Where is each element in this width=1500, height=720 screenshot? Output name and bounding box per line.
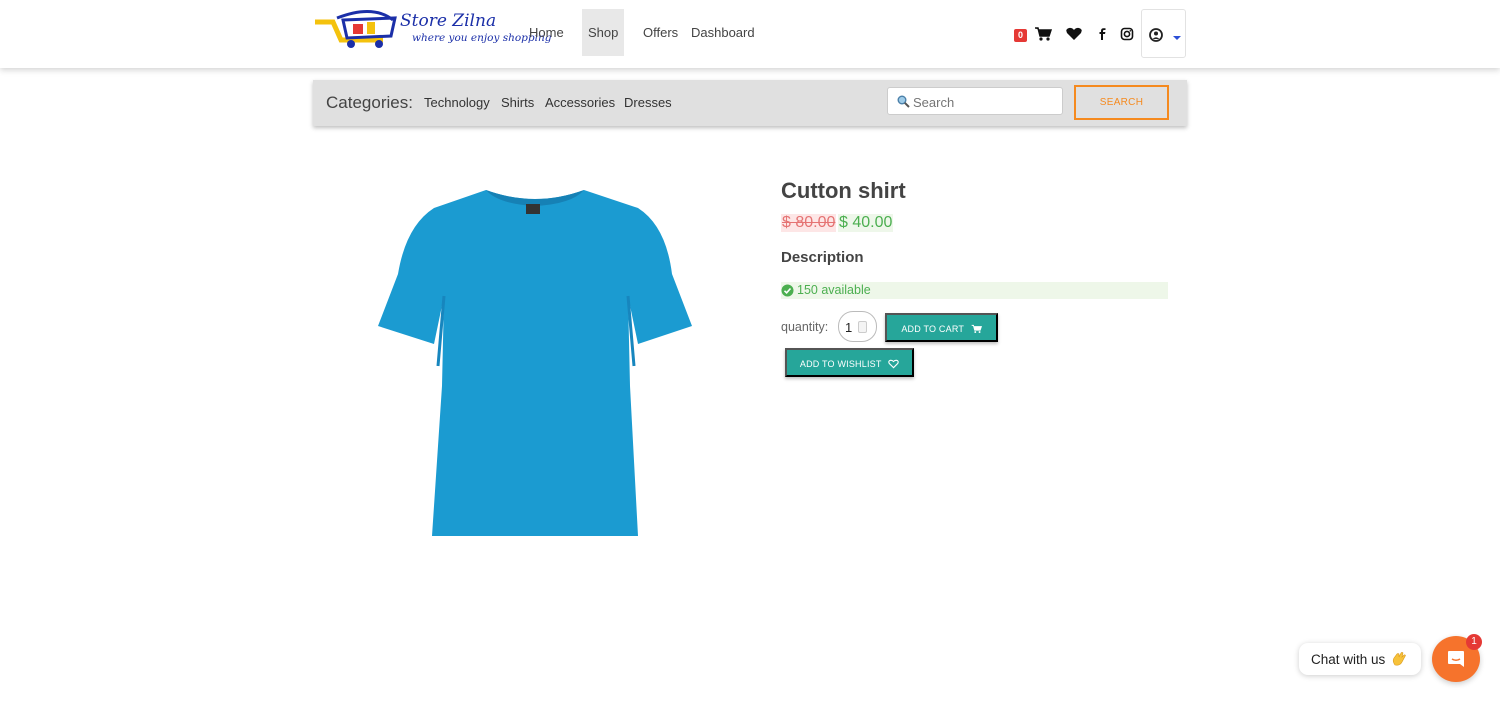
category-shirts[interactable]: Shirts	[501, 95, 534, 110]
facebook-icon[interactable]	[1093, 24, 1111, 44]
availability-text: 150 available	[797, 283, 871, 297]
waving-hand-icon	[1392, 652, 1406, 666]
cart-count-badge: 0	[1014, 29, 1027, 42]
availability-status: 150 available	[781, 282, 1168, 299]
product-title: Cutton shirt	[781, 178, 906, 203]
heart-outline-icon	[888, 359, 899, 369]
quantity-spinner[interactable]	[858, 321, 867, 333]
cart-icon	[971, 324, 982, 333]
category-accessories[interactable]: Accessories	[545, 95, 615, 110]
caret-down-icon	[1173, 36, 1181, 40]
quantity-label: quantity:	[781, 320, 829, 334]
search-icon	[897, 95, 910, 108]
product-image	[378, 190, 692, 536]
add-to-wishlist-label: ADD TO WISHLIST	[799, 359, 882, 369]
chat-bubble-icon	[1448, 651, 1464, 667]
instagram-icon[interactable]	[1118, 24, 1136, 44]
cart-icon[interactable]	[1034, 24, 1052, 44]
heart-icon[interactable]	[1065, 24, 1083, 44]
quantity-stepper[interactable]	[838, 311, 877, 342]
category-technology[interactable]: Technology	[424, 95, 490, 110]
nav-home[interactable]: Home	[523, 9, 570, 56]
description-heading: Description	[781, 249, 864, 266]
old-price: $ 80.00	[781, 214, 837, 232]
add-to-cart-label: ADD TO CART	[901, 324, 964, 334]
user-icon	[1149, 28, 1181, 42]
top-navbar: Store Zilna where you enjoy shopping Hom…	[0, 0, 1500, 68]
nav-offers[interactable]: Offers	[637, 9, 684, 56]
check-circle-icon	[781, 284, 794, 297]
new-price: $ 40.00	[838, 214, 894, 232]
category-dresses[interactable]: Dresses	[624, 95, 672, 110]
logo-text: Store Zilna	[400, 11, 497, 31]
chat-label: Chat with us	[1311, 652, 1386, 667]
categories-title: Categories:	[326, 93, 413, 112]
chat-unread-badge: 1	[1466, 634, 1482, 650]
search-field[interactable]	[887, 87, 1063, 115]
user-menu[interactable]	[1141, 9, 1186, 58]
add-to-cart-button[interactable]: ADD TO CART	[885, 313, 998, 342]
nav-shop[interactable]: Shop	[582, 9, 624, 56]
chat-prompt[interactable]: Chat with us	[1299, 643, 1421, 675]
search-button[interactable]: SEARCH	[1074, 85, 1169, 120]
add-to-wishlist-button[interactable]: ADD TO WISHLIST	[785, 348, 914, 377]
search-input[interactable]	[913, 92, 1058, 112]
categories-bar: Categories: Technology Shirts Accessorie…	[313, 80, 1187, 126]
nav-dashboard[interactable]: Dashboard	[685, 9, 761, 56]
